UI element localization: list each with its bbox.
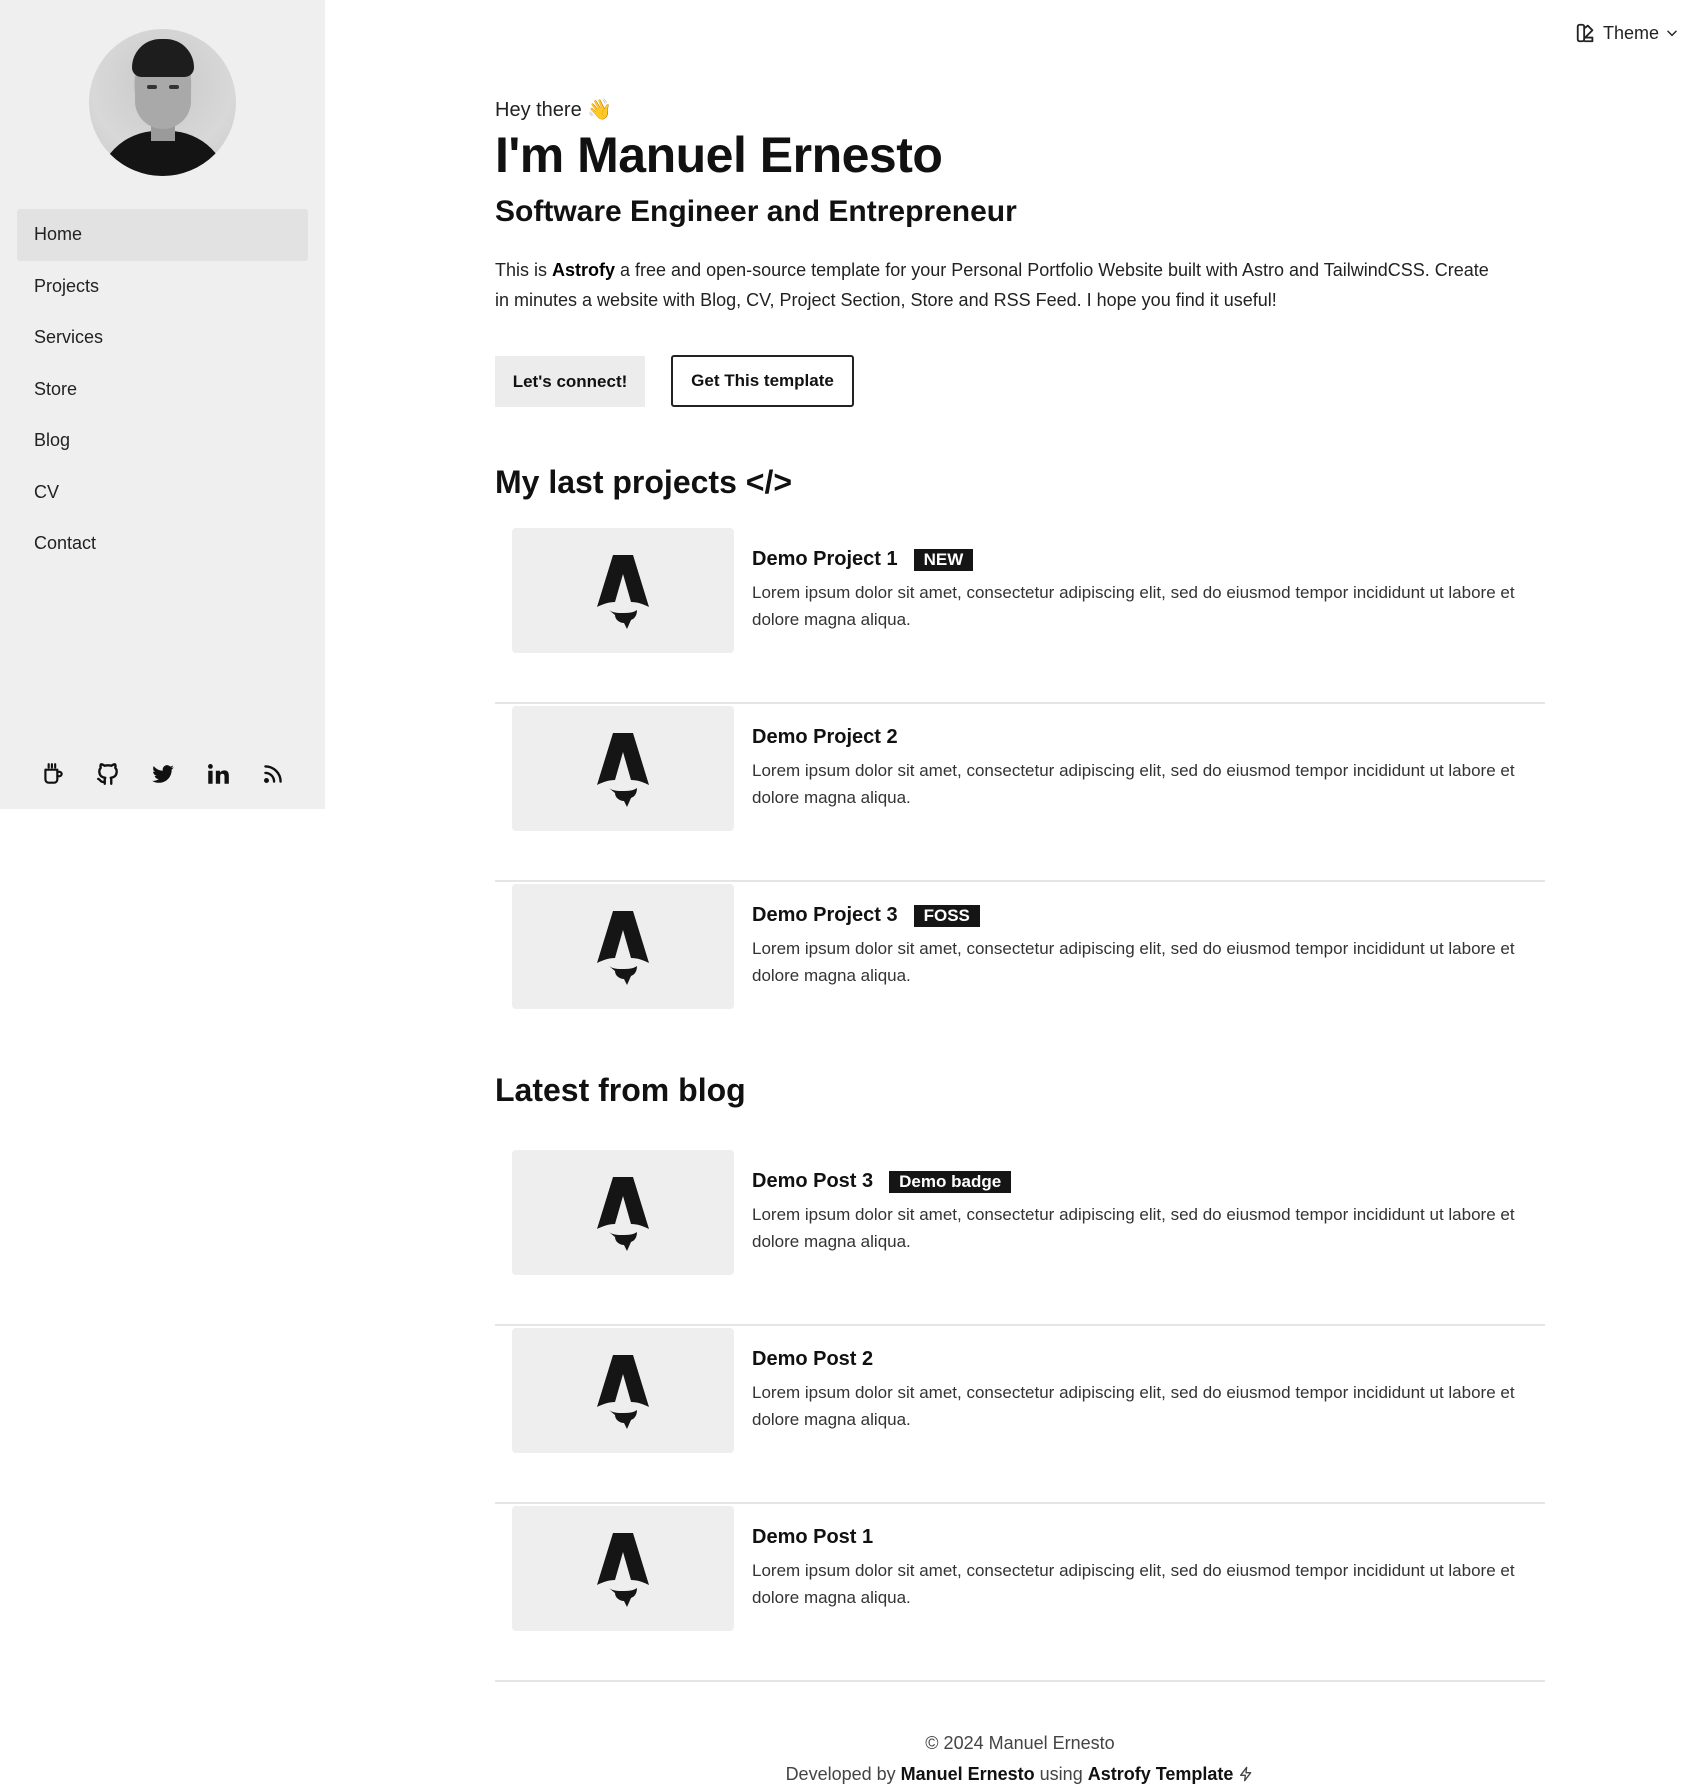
brand-name: Astrofy xyxy=(552,260,616,280)
sidebar-item-label: Projects xyxy=(34,275,100,296)
blog-heading: Latest from blog xyxy=(495,1072,746,1108)
project-title: Demo Project 1 NEW xyxy=(752,548,974,571)
sidebar-item-label: Services xyxy=(34,327,104,348)
theme-label: Theme xyxy=(1602,22,1659,43)
get-template-button[interactable]: Get This template xyxy=(671,355,854,407)
project-description: Lorem ipsum dolor sit amet, consectetur … xyxy=(752,761,1515,807)
github-icon[interactable] xyxy=(89,744,144,804)
avatar xyxy=(89,29,236,176)
footer-copyright: © 2024 Manuel Ernesto xyxy=(925,1733,1115,1753)
coffee-icon[interactable] xyxy=(34,744,89,804)
sidebar-item-label: Contact xyxy=(34,533,97,554)
post-thumbnail xyxy=(512,1328,734,1453)
post-description: Lorem ipsum dolor sit amet, consectetur … xyxy=(752,1205,1515,1251)
author-link[interactable]: Manuel Ernesto xyxy=(901,1764,1035,1784)
sidebar-item-label: Blog xyxy=(34,430,71,451)
sidebar-item-store[interactable]: Store xyxy=(17,364,308,416)
post-description: Lorem ipsum dolor sit amet, consectetur … xyxy=(752,1561,1515,1607)
project-description: Lorem ipsum dolor sit amet, consectetur … xyxy=(752,583,1515,629)
sidebar-item-services[interactable]: Services xyxy=(17,312,308,364)
connect-button[interactable]: Let's connect! xyxy=(495,356,645,407)
theme-selector[interactable]: Theme xyxy=(1575,22,1679,44)
sidebar-item-label: Home xyxy=(34,224,83,245)
project-title: Demo Project 2 xyxy=(752,726,898,748)
post-description: Lorem ipsum dolor sit amet, consectetur … xyxy=(752,1383,1515,1429)
status-badge: NEW xyxy=(913,548,974,571)
project-thumbnail xyxy=(512,528,734,653)
project-description: Lorem ipsum dolor sit amet, consectetur … xyxy=(752,939,1515,985)
blog-card[interactable]: Demo Post 3 Demo badge Lorem ipsum dolor… xyxy=(495,1150,1545,1326)
astro-logo-icon xyxy=(597,732,649,807)
sidebar-item-projects[interactable]: Projects xyxy=(17,261,308,313)
blog-card[interactable]: Demo Post 2 Lorem ipsum dolor sit amet, … xyxy=(495,1328,1545,1504)
sidebar: Home Projects Services Store Blog CV Con… xyxy=(0,0,325,809)
post-thumbnail xyxy=(512,1150,734,1275)
social-links xyxy=(0,744,325,804)
page-subtitle: Software Engineer and Entrepreneur xyxy=(495,195,1017,228)
project-card[interactable]: Demo Project 2 Lorem ipsum dolor sit ame… xyxy=(495,706,1545,882)
sidebar-item-cv[interactable]: CV xyxy=(17,467,308,519)
twitter-icon[interactable] xyxy=(144,744,199,804)
astro-logo-icon xyxy=(597,1532,649,1607)
intro-text: This is Astrofy a free and open-source t… xyxy=(495,260,1489,310)
project-thumbnail xyxy=(512,706,734,831)
project-card[interactable]: Demo Project 3 FOSS Lorem ipsum dolor si… xyxy=(495,884,1545,1060)
post-title: Demo Post 3 Demo badge xyxy=(752,1170,1012,1193)
astro-logo-icon xyxy=(597,910,649,985)
linkedin-icon[interactable] xyxy=(199,744,254,804)
astro-logo-icon xyxy=(597,1354,649,1429)
status-badge: Demo badge xyxy=(889,1170,1012,1193)
palette-icon xyxy=(1576,23,1594,43)
astro-logo-icon xyxy=(597,1176,649,1251)
greeting: Hey there 👋 xyxy=(495,99,613,121)
sidebar-item-blog[interactable]: Blog xyxy=(17,415,308,467)
sidebar-item-label: Store xyxy=(34,378,78,399)
footer-credits: Developed by Manuel Ernesto using Astrof… xyxy=(495,1764,1545,1785)
project-thumbnail xyxy=(512,884,734,1009)
status-badge: FOSS xyxy=(913,904,980,927)
post-title: Demo Post 1 xyxy=(752,1526,874,1548)
project-title: Demo Project 3 FOSS xyxy=(752,904,980,927)
project-card[interactable]: Demo Project 1 NEW Lorem ipsum dolor sit… xyxy=(495,528,1545,704)
projects-heading: My last projects </> xyxy=(495,464,793,500)
page-title: I'm Manuel Ernesto xyxy=(495,127,943,183)
blog-card[interactable]: Demo Post 1 Lorem ipsum dolor sit amet, … xyxy=(495,1506,1545,1682)
sidebar-nav: Home Projects Services Store Blog CV Con… xyxy=(17,209,308,570)
post-title: Demo Post 2 xyxy=(752,1348,874,1370)
sidebar-item-contact[interactable]: Contact xyxy=(17,518,308,570)
sidebar-item-home[interactable]: Home xyxy=(17,209,308,261)
chevron-down-icon xyxy=(1667,30,1677,37)
bolt-icon xyxy=(1240,1766,1252,1782)
astro-logo-icon xyxy=(597,554,649,629)
post-thumbnail xyxy=(512,1506,734,1631)
sidebar-item-label: CV xyxy=(34,481,60,502)
rss-icon[interactable] xyxy=(254,744,309,804)
template-link[interactable]: Astrofy Template xyxy=(1088,1764,1234,1784)
